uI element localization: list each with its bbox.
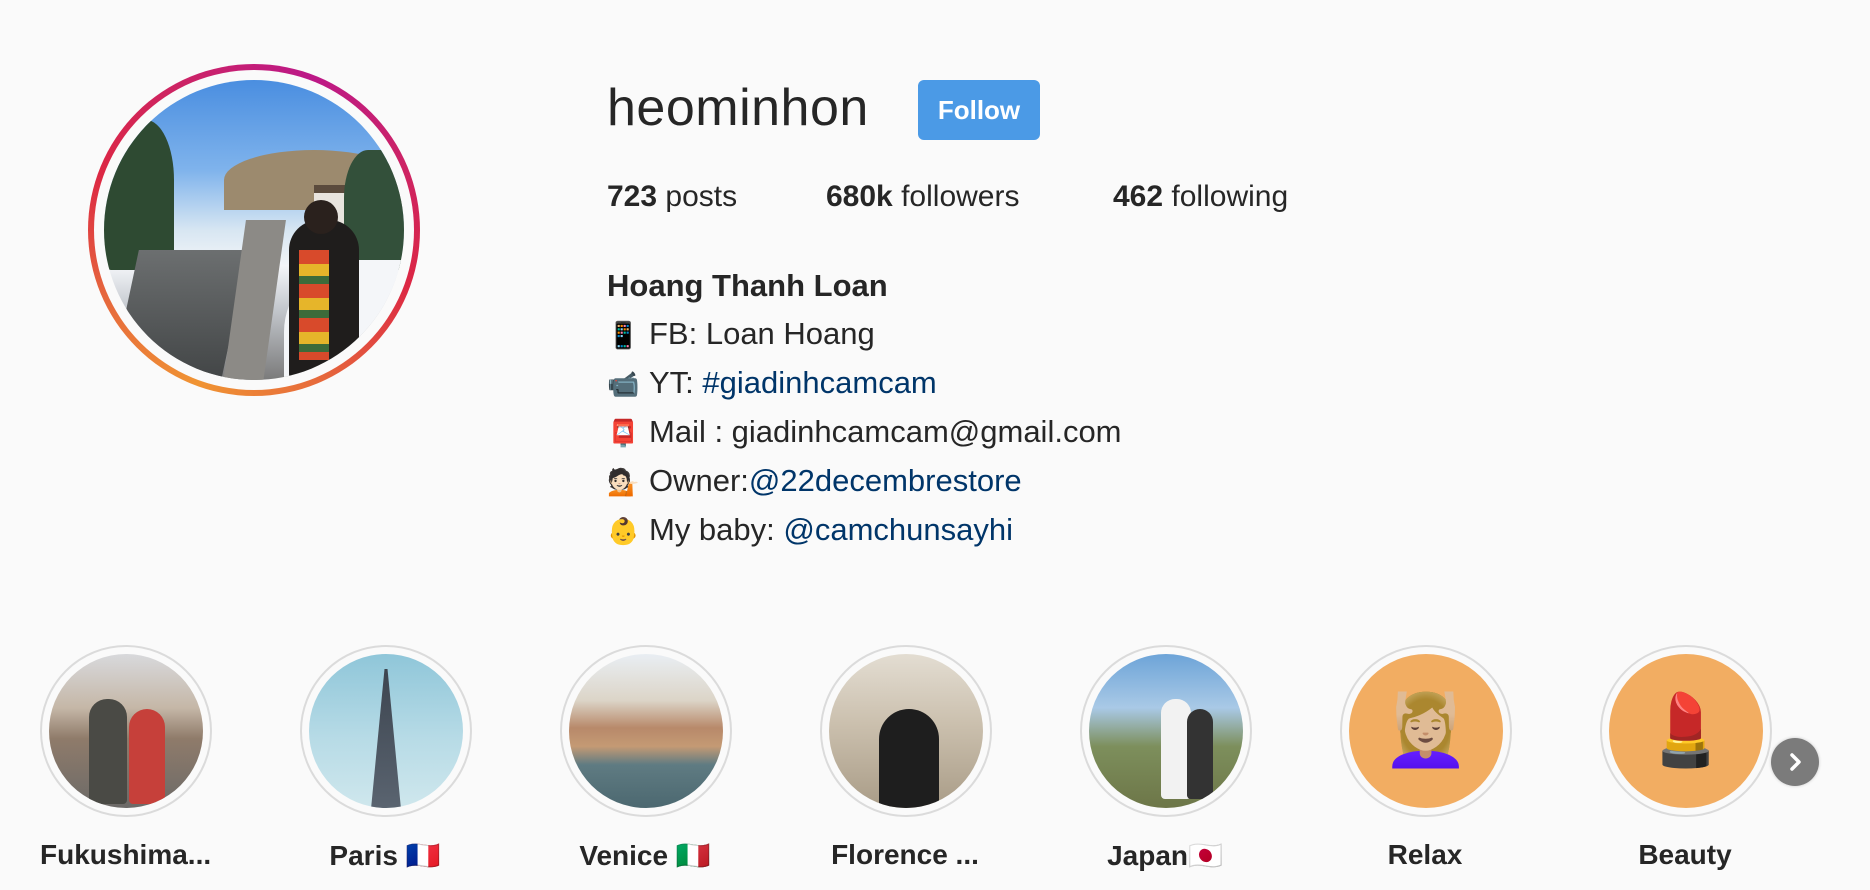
- posts-stat: 723 posts: [607, 180, 737, 214]
- profile-username: heominhon: [607, 79, 869, 137]
- mention-link[interactable]: @22decembrestore: [749, 463, 1022, 498]
- following-count: 462: [1113, 180, 1164, 213]
- bio-line-owner: 💁🏻 Owner:@22decembrestore: [607, 457, 1122, 506]
- highlight-paris[interactable]: Paris 🇫🇷: [300, 645, 472, 872]
- highlight-ring: [1080, 645, 1252, 817]
- highlight-cover: [309, 654, 463, 808]
- postbox-icon: 📮: [607, 418, 640, 448]
- highlight-ring: [820, 645, 992, 817]
- followers-stat[interactable]: 680k followers: [826, 180, 1019, 214]
- bio-text: YT:: [649, 365, 703, 400]
- highlight-ring: 💆🏼‍♀️: [1340, 645, 1512, 817]
- bio-text: Owner:: [649, 463, 749, 498]
- hashtag-link[interactable]: #giadinhcamcam: [702, 365, 936, 400]
- highlight-label: Paris 🇫🇷: [329, 840, 441, 871]
- mobile-phone-icon: 📱: [607, 320, 640, 350]
- highlight-label: Fukushima...: [40, 839, 212, 870]
- posts-count: 723: [607, 180, 658, 213]
- followers-label: followers: [901, 180, 1020, 213]
- profile-full-name: Hoang Thanh Loan: [607, 268, 888, 303]
- highlight-label: Beauty: [1638, 839, 1732, 870]
- mention-link[interactable]: @camchunsayhi: [783, 512, 1013, 547]
- avatar-gap: [94, 70, 414, 390]
- avatar-image: [104, 80, 404, 380]
- baby-icon: 👶: [607, 516, 640, 546]
- bio-line-yt: 📹 YT: #giadinhcamcam: [607, 359, 1122, 408]
- highlight-florence[interactable]: Florence ...: [820, 645, 992, 871]
- lipstick-icon: 💄: [1609, 654, 1763, 808]
- highlight-label: Relax: [1387, 839, 1463, 870]
- chevron-right-icon[interactable]: [1771, 738, 1819, 786]
- following-label: following: [1171, 180, 1289, 213]
- highlight-venice[interactable]: Venice 🇮🇹: [560, 645, 732, 872]
- highlight-cover: [1089, 654, 1243, 808]
- highlight-relax[interactable]: 💆🏼‍♀️ Relax: [1340, 645, 1512, 871]
- followers-count: 680k: [826, 180, 893, 213]
- highlight-cover: [569, 654, 723, 808]
- highlight-cover: [49, 654, 203, 808]
- highlight-ring: [40, 645, 212, 817]
- profile-avatar[interactable]: [88, 64, 420, 396]
- follow-button[interactable]: Follow: [918, 80, 1040, 140]
- bio-text: FB: Loan Hoang: [649, 316, 875, 351]
- bio-line-mail: 📮 Mail : giadinhcamcam@gmail.com: [607, 408, 1122, 457]
- profile-bio: Hoang Thanh Loan 📱 FB: Loan Hoang 📹 YT: #g…: [607, 262, 1122, 555]
- highlight-cover: [829, 654, 983, 808]
- bio-line-fb: 📱 FB: Loan Hoang: [607, 310, 1122, 359]
- video-camera-icon: 📹: [607, 369, 640, 399]
- bio-line-baby: 👶 My baby: @camchunsayhi: [607, 506, 1122, 555]
- highlight-japan[interactable]: Japan🇯🇵: [1080, 645, 1252, 872]
- highlight-beauty[interactable]: 💄 Beauty: [1600, 645, 1772, 871]
- highlight-ring: [560, 645, 732, 817]
- posts-label: posts: [665, 180, 738, 213]
- person-tipping-hand-icon: 💁🏻: [607, 467, 640, 497]
- person-massage-icon: 💆🏼‍♀️: [1349, 654, 1503, 808]
- following-stat[interactable]: 462 following: [1113, 180, 1288, 214]
- highlight-ring: [300, 645, 472, 817]
- bio-text: My baby:: [649, 512, 784, 547]
- highlight-fukushima[interactable]: Fukushima...: [40, 645, 212, 871]
- highlight-label: Venice 🇮🇹: [579, 840, 711, 871]
- bio-text: Mail : giadinhcamcam@gmail.com: [649, 414, 1122, 449]
- highlight-label: Florence ...: [831, 839, 979, 870]
- highlight-ring: 💄: [1600, 645, 1772, 817]
- highlight-label: Japan🇯🇵: [1107, 840, 1223, 871]
